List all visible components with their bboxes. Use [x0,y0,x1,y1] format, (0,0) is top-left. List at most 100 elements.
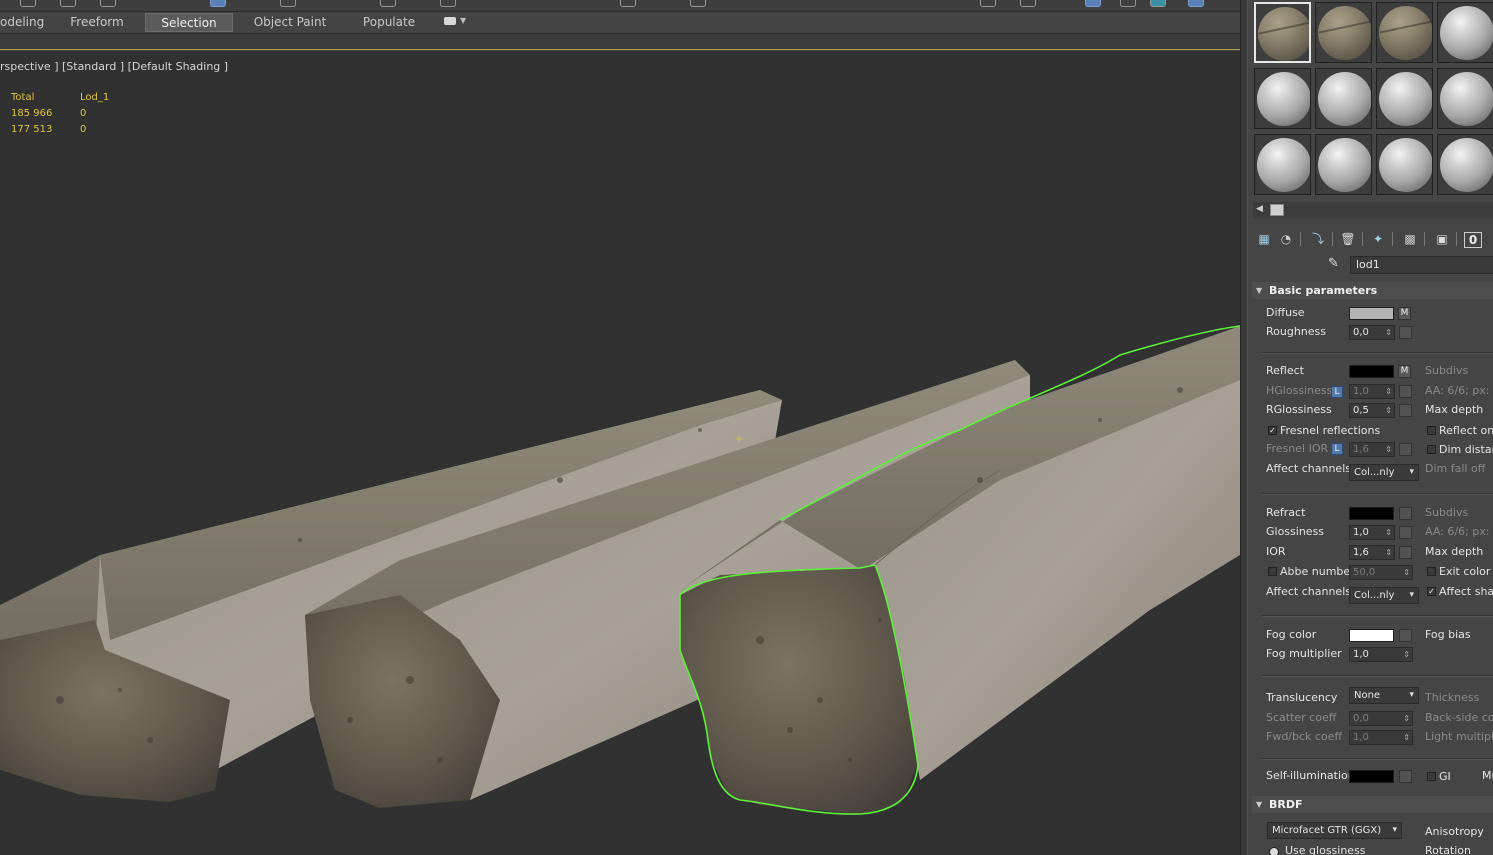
tab-populate[interactable]: Populate [358,13,420,32]
assign-to-selection-icon[interactable]: ⤵ [1310,232,1326,246]
save-library-icon[interactable]: ▣ [1434,232,1450,246]
material-id-icon[interactable]: 0 [1464,232,1482,248]
refract-affect-channels-dropdown[interactable]: Col...nly [1349,587,1419,604]
reflect-on-back-checkbox[interactable] [1427,426,1436,435]
basic-parameters-rollout[interactable]: ▼ Basic parameters [1252,282,1493,299]
fresnel-ior-map-button[interactable] [1399,443,1412,456]
show-map-icon[interactable]: ▩ [1402,232,1418,246]
material-slot-1[interactable] [1254,2,1311,63]
rotation-label: Rotation [1425,844,1472,855]
self-illumination-swatch[interactable] [1349,770,1394,783]
material-name-field[interactable]: lod1 [1350,256,1493,274]
ior-map-button[interactable] [1399,546,1412,559]
material-slot-2[interactable] [1315,2,1372,63]
fog-color-map-button[interactable] [1399,629,1412,642]
put-to-scene-icon[interactable]: ◔ [1278,232,1294,246]
snap-icon[interactable] [620,0,636,7]
affect-channels-dropdown[interactable]: Col...nly [1349,464,1419,481]
material-slot-8[interactable] [1437,68,1493,129]
gi-checkbox[interactable] [1427,772,1436,781]
angle-snap-icon[interactable] [690,0,706,7]
render-setup-icon[interactable] [1120,0,1136,7]
render-icon[interactable] [1188,0,1204,7]
hglossiness-lock-button[interactable]: L [1331,386,1343,398]
scroll-thumb[interactable] [1270,204,1284,216]
fresnel-ior-lock-button[interactable]: L [1331,443,1343,455]
viewport-label[interactable]: rspective ] [Standard ] [Default Shading… [0,60,228,73]
ior-spinner[interactable]: 1,6 [1349,545,1395,560]
fresnel-checkbox[interactable]: ✓ [1268,426,1277,435]
rotate-icon[interactable] [380,0,396,7]
reflect-map-button[interactable]: M [1398,365,1411,378]
layer-icon[interactable] [980,0,996,7]
reflect-color-swatch[interactable] [1349,365,1394,378]
glossiness-spinner[interactable]: 1,0 [1349,525,1395,540]
eyedropper-icon[interactable]: ✎ [1328,257,1342,271]
tab-object-paint[interactable]: Object Paint [250,13,330,32]
fresnel-ior-spinner[interactable]: 1,6 [1349,442,1395,457]
rglossiness-label: RGlossiness [1266,403,1332,416]
ribbon-options-dropdown[interactable]: ▼ [444,16,468,29]
refract-color-swatch[interactable] [1349,507,1394,520]
scale-icon[interactable] [440,0,456,7]
exit-color-checkbox[interactable] [1427,567,1436,576]
diffuse-color-swatch[interactable] [1349,307,1394,320]
material-slot-9[interactable] [1254,134,1311,195]
curve-editor-icon[interactable] [1020,0,1036,7]
panel-splitter[interactable] [1240,0,1248,855]
select-object-icon[interactable] [210,0,226,7]
hglossiness-spinner[interactable]: 1,0 [1349,384,1395,399]
affect-shadows-checkbox[interactable]: ✓ [1427,587,1436,596]
tab-freeform[interactable]: Freeform [66,13,128,32]
material-slot-4[interactable] [1437,2,1493,63]
perspective-viewport[interactable]: + rspective ] [Standard ] [Default Shadi… [0,51,1240,855]
fwd-bck-coeff-spinner[interactable]: 1,0 [1349,730,1413,745]
reflect-label: Reflect [1266,364,1304,377]
slot-scrollbar[interactable]: ◀ [1253,202,1493,218]
get-material-icon[interactable]: ▦ [1256,232,1272,246]
material-slot-10[interactable] [1315,134,1372,195]
material-slot-12[interactable] [1437,134,1493,195]
redo-icon[interactable] [60,0,76,7]
toolbar-separator [1332,232,1333,246]
use-glossiness-radio[interactable] [1269,847,1279,855]
select-by-name-icon[interactable] [280,0,296,7]
exit-color-label: Exit color [1439,565,1491,578]
scatter-coeff-spinner[interactable]: 0,0 [1349,711,1413,726]
material-preview-sphere [1318,6,1371,60]
rglossiness-spinner[interactable]: 0,5 [1349,403,1395,418]
ribbon-panel [0,34,1240,50]
abbe-spinner[interactable]: 50,0 [1349,565,1413,580]
render-frame-icon[interactable] [1150,0,1166,7]
material-slot-5[interactable] [1254,68,1311,129]
fog-color-swatch[interactable] [1349,629,1394,642]
translucency-dropdown[interactable]: None [1349,687,1419,704]
self-illumination-map-button[interactable] [1399,770,1412,783]
material-editor-icon[interactable] [1085,0,1101,7]
tab-selection[interactable]: Selection [145,13,233,32]
make-unique-icon[interactable]: ✦ [1370,232,1386,246]
tab-modeling[interactable]: odeling [0,13,44,32]
brdf-rollout[interactable]: ▼ BRDF [1252,796,1493,813]
scroll-left-icon[interactable]: ◀ [1256,204,1263,214]
link-icon[interactable] [100,0,116,7]
roughness-spinner[interactable]: 0,0 [1349,325,1395,340]
refract-map-button[interactable] [1399,507,1412,520]
fog-multiplier-spinner[interactable]: 1,0 [1349,647,1413,662]
glossiness-map-button[interactable] [1399,526,1412,539]
abbe-checkbox[interactable] [1268,567,1277,576]
hglossiness-map-button[interactable] [1399,385,1412,398]
diffuse-map-button[interactable]: M [1398,307,1411,320]
material-slot-11[interactable] [1376,134,1433,195]
brdf-type-dropdown[interactable]: Microfacet GTR (GGX) [1267,822,1402,839]
material-preview-sphere [1379,6,1432,60]
material-slot-7[interactable] [1376,68,1433,129]
material-slot-3[interactable] [1376,2,1433,63]
material-slot-6[interactable] [1315,68,1372,129]
undo-icon[interactable] [20,0,36,7]
dim-distance-checkbox[interactable] [1427,445,1436,454]
roughness-map-button[interactable] [1399,326,1412,339]
thickness-label: Thickness [1425,691,1480,704]
delete-icon[interactable]: 🗑 [1340,232,1356,246]
rglossiness-map-button[interactable] [1399,404,1412,417]
